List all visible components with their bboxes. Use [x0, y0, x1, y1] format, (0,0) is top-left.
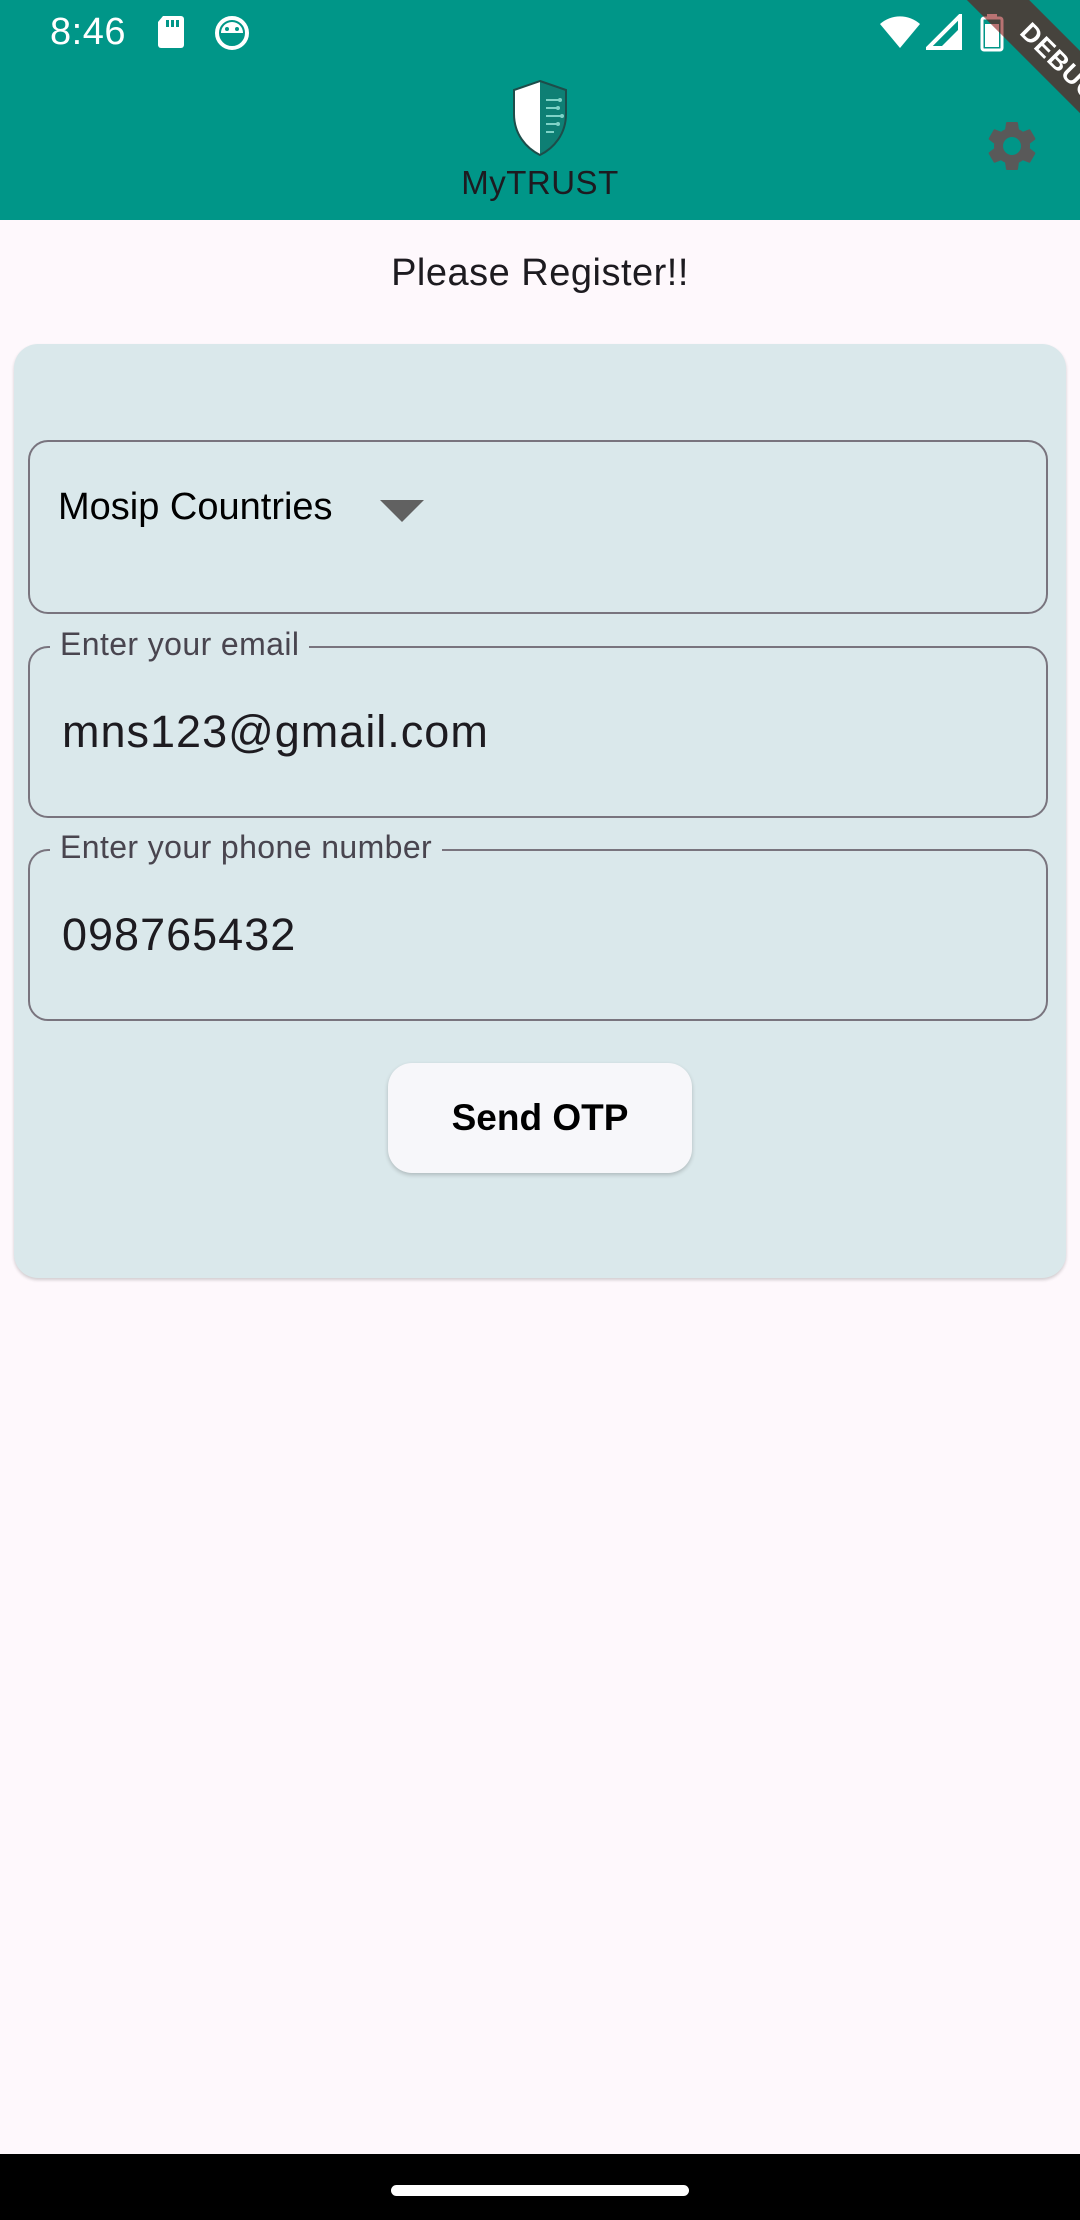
email-field[interactable]: Enter your email mns123@gmail.com: [28, 624, 1048, 818]
phone-field-value[interactable]: 098765432: [62, 909, 296, 961]
system-nav-bar: [0, 2154, 1080, 2220]
phone-field-label: Enter your phone number: [50, 827, 443, 867]
app-logo: MyTRUST: [460, 78, 620, 208]
country-dropdown-value: Mosip Countries: [58, 486, 333, 528]
top-bar: 8:46 MyTRUST DEBUG: [0, 0, 1080, 220]
email-field-value[interactable]: mns123@gmail.com: [62, 706, 489, 758]
home-gesture-handle[interactable]: [391, 2185, 689, 2196]
country-dropdown[interactable]: Mosip Countries: [28, 440, 1048, 614]
signal-icon: [923, 11, 962, 55]
sd-card-icon: [155, 14, 187, 55]
wifi-icon: [878, 14, 922, 55]
page-title: Please Register!!: [391, 252, 689, 294]
settings-button[interactable]: [982, 116, 1042, 176]
caret-down-icon: [380, 500, 424, 522]
gear-icon: [988, 121, 1036, 170]
status-bar: 8:46: [0, 0, 1080, 66]
battery-icon: [980, 14, 1004, 57]
app-logo-text: MyTRUST: [461, 164, 619, 201]
send-otp-button[interactable]: Send OTP: [388, 1063, 692, 1173]
app-bar: MyTRUST: [0, 66, 1080, 220]
android-debug-icon: [213, 14, 251, 57]
shield-icon: [513, 79, 567, 157]
registration-card: Mosip Countries Enter your email mns123@…: [14, 344, 1066, 1278]
phone-field[interactable]: Enter your phone number 098765432: [28, 827, 1048, 1021]
email-field-label: Enter your email: [50, 624, 310, 664]
status-time: 8:46: [50, 11, 126, 53]
